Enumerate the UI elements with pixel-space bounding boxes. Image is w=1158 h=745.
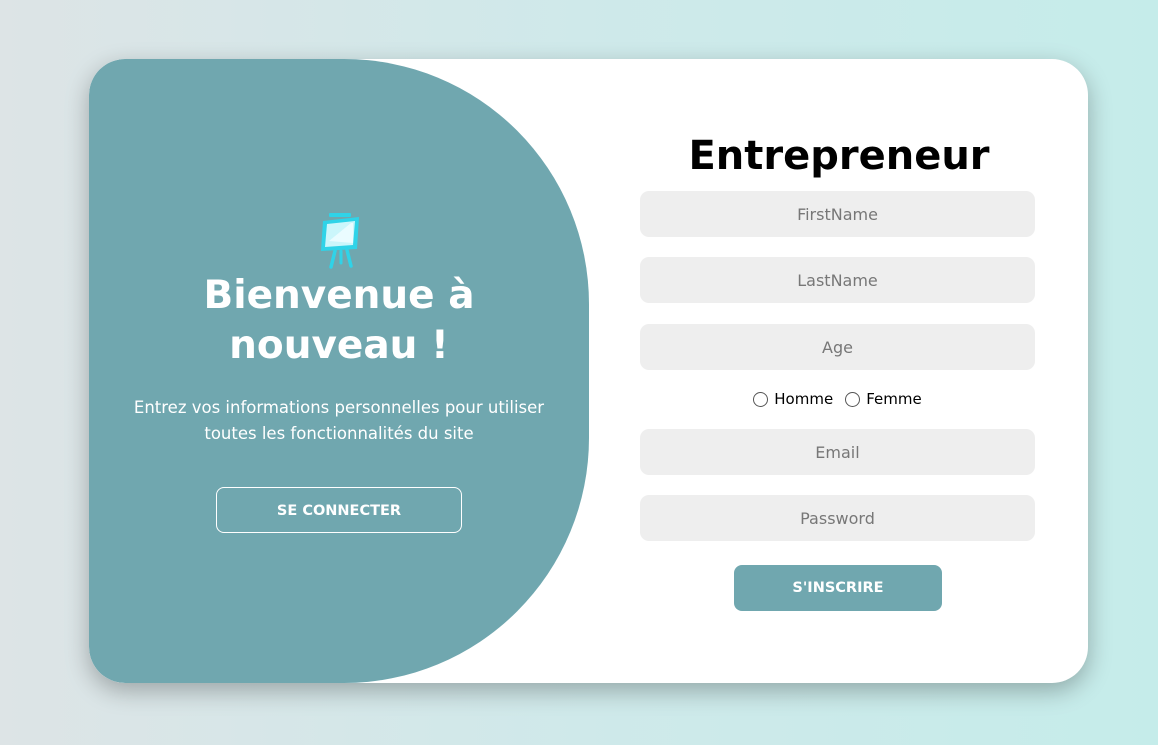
radio-femme-label: Femme [866, 390, 922, 408]
welcome-panel: Bienvenue à nouveau ! Entrez vos informa… [89, 59, 589, 683]
age-input[interactable] [640, 324, 1035, 370]
form-title: Entrepreneur [688, 133, 990, 179]
easel-board-icon [321, 213, 359, 269]
gender-radio-group: Homme Femme [640, 387, 1035, 411]
radio-femme[interactable]: Femme [845, 390, 922, 408]
connect-button[interactable]: SE CONNECTER [216, 487, 462, 533]
lastname-input[interactable] [640, 257, 1035, 303]
radio-homme-label: Homme [774, 390, 834, 408]
signup-card: Bienvenue à nouveau ! Entrez vos informa… [89, 59, 1088, 683]
welcome-text: Entrez vos informations personnelles pou… [133, 398, 545, 443]
welcome-title: Bienvenue à nouveau ! [203, 273, 475, 368]
email-input[interactable] [640, 429, 1035, 475]
radio-circle-icon[interactable] [753, 391, 769, 407]
radio-homme[interactable]: Homme [753, 390, 833, 408]
firstname-input[interactable] [640, 191, 1035, 237]
signup-button[interactable]: S'INSCRIRE [734, 565, 942, 611]
radio-circle-icon[interactable] [845, 391, 861, 407]
password-input[interactable] [640, 495, 1035, 541]
